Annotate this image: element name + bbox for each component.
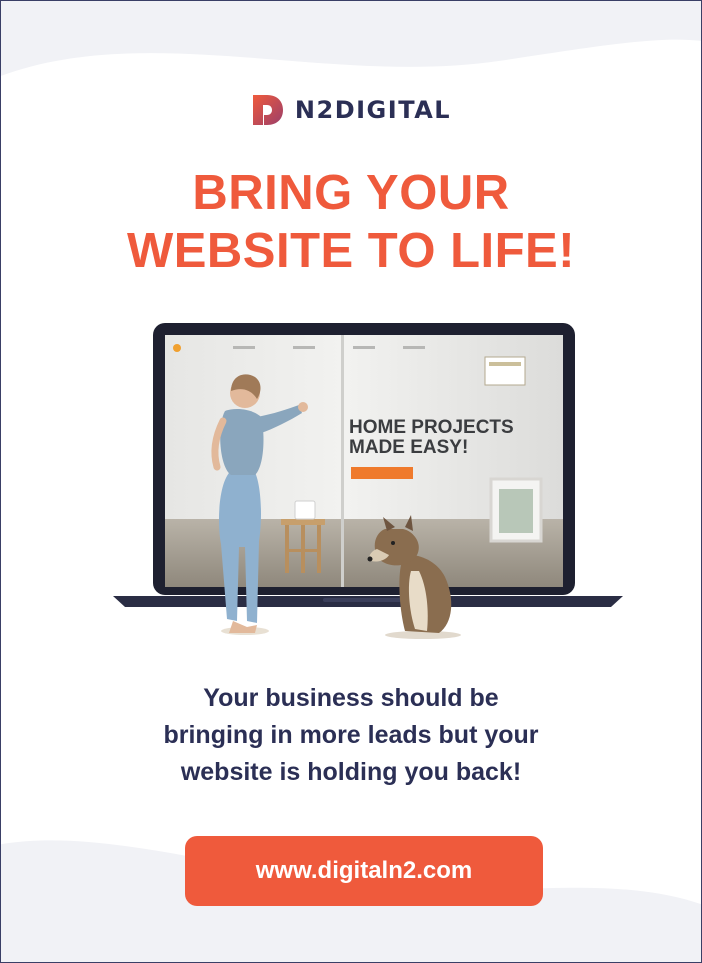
body-copy: Your business should be bringing in more… (1, 680, 701, 791)
screen-hero-line-2: MADE EASY! (349, 437, 468, 458)
brand-name: N2DIGITAL (294, 96, 452, 124)
body-line-1: Your business should be (203, 684, 499, 712)
headline-line-1: BRING YOUR (192, 166, 510, 220)
screen-logo-dot (173, 344, 181, 352)
flyer: N2DIGITAL BRING YOUR WEBSITE TO LIFE! HO… (0, 0, 702, 963)
laptop-hero-image: HOME PROJECTS MADE EASY! (113, 323, 623, 639)
body-line-3: website is holding you back! (180, 758, 522, 786)
screen-hero-button (351, 467, 413, 479)
logo: N2DIGITAL (1, 93, 701, 127)
n2-logo-icon (252, 95, 283, 125)
screen-hero-line-1: HOME PROJECTS (349, 417, 514, 438)
headline-line-2: WEBSITE TO LIFE! (126, 224, 576, 278)
body-line-2: bringing in more leads but your (163, 721, 539, 749)
headline: BRING YOUR WEBSITE TO LIFE! (1, 164, 701, 280)
website-link-button[interactable]: www.digitaln2.com (185, 836, 543, 906)
website-link-label: www.digitaln2.com (255, 857, 473, 884)
